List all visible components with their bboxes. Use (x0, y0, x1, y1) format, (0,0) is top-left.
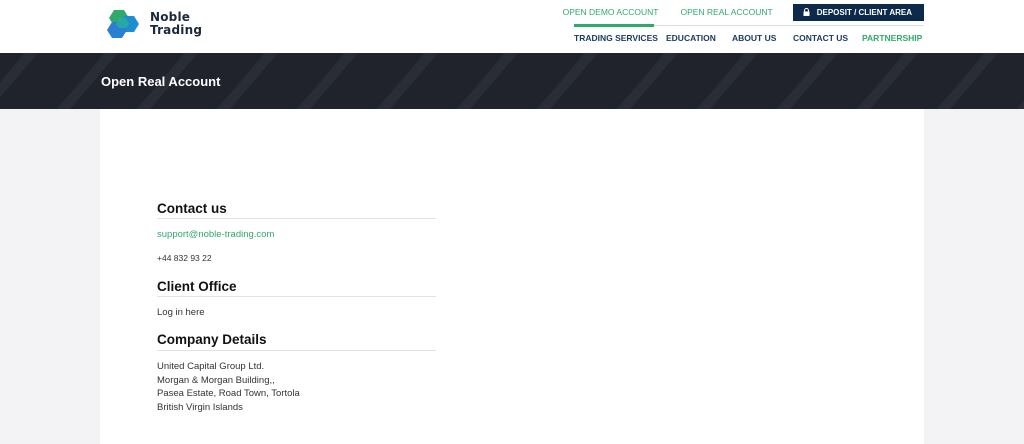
deposit-label: DEPOSIT / CLIENT AREA (816, 7, 912, 17)
site-header: Noble Trading OPEN DEMO ACCOUNT OPEN REA… (0, 0, 1024, 53)
logo-hexagon-icon (107, 10, 139, 38)
page-banner: Open Real Account (0, 53, 1024, 109)
address-line-2: Morgan & Morgan Building,, (157, 374, 275, 386)
address-line-4: British Virgin Islands (157, 402, 243, 414)
nav-item-education[interactable]: EDUCATION (666, 33, 732, 43)
contact-us-heading: Contact us (157, 201, 227, 216)
nav-active-indicator (574, 24, 654, 27)
logo-line-2: Trading (150, 23, 203, 37)
log-in-here-link[interactable]: Log in here (157, 307, 205, 318)
nav-item-contact-us[interactable]: CONTACT US (793, 33, 862, 43)
open-real-account-link[interactable]: OPEN REAL ACCOUNT (680, 7, 772, 17)
nav-item-trading-services[interactable]: TRADING SERVICES (574, 33, 666, 43)
company-address: United Capital Group Ltd. Morgan & Morga… (157, 360, 300, 415)
open-demo-account-link[interactable]: OPEN DEMO ACCOUNT (563, 7, 659, 17)
top-links: OPEN DEMO ACCOUNT OPEN REAL ACCOUNT DEPO… (563, 3, 924, 21)
deposit-client-area-button[interactable]: DEPOSIT / CLIENT AREA (792, 3, 924, 21)
company-details-heading: Company Details (157, 332, 267, 347)
page-title: Open Real Account (101, 74, 221, 89)
client-office-divider (157, 296, 436, 297)
client-office-heading: Client Office (157, 279, 237, 294)
logo[interactable]: Noble Trading (104, 8, 202, 40)
lock-icon (803, 8, 810, 16)
address-line-3: Pasea Estate, Road Town, Tortola (157, 388, 300, 400)
logo-text: Noble Trading (150, 11, 202, 37)
address-line-1: United Capital Group Ltd. (157, 361, 265, 372)
nav-item-about-us[interactable]: ABOUT US (732, 33, 793, 43)
company-divider (157, 350, 436, 351)
contact-divider (157, 218, 436, 219)
main-nav: TRADING SERVICES EDUCATION ABOUT US CONT… (574, 33, 922, 43)
support-email-link[interactable]: support@noble-trading.com (157, 229, 274, 240)
nav-item-partnership[interactable]: PARTNERSHIP (862, 33, 922, 43)
phone-number: +44 832 93 22 (157, 253, 212, 263)
